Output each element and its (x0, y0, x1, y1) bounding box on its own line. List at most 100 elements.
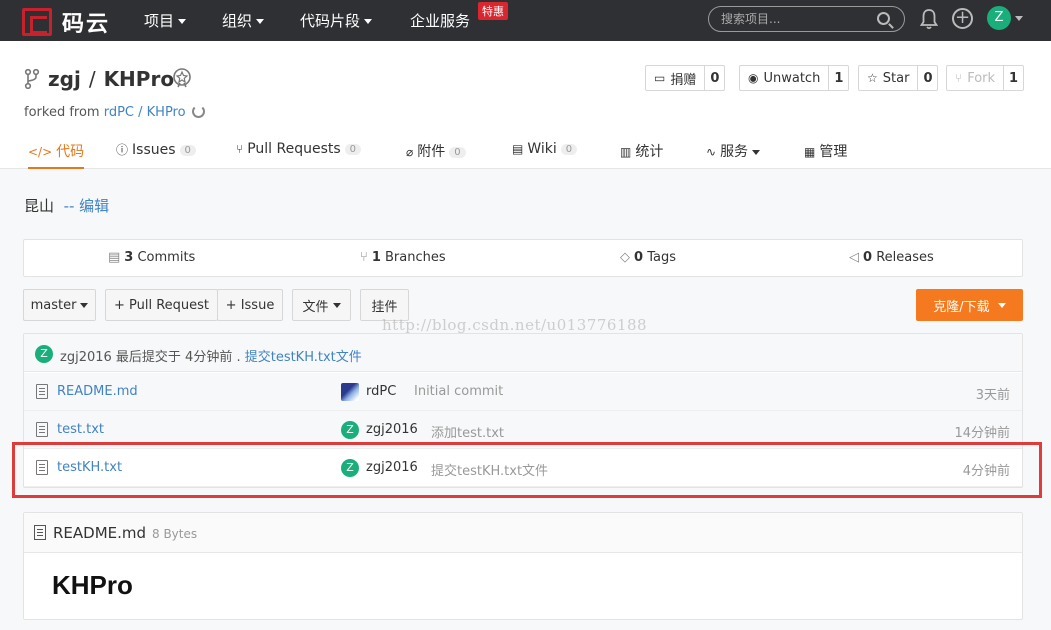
commit-time: 3天前 (975, 388, 1010, 403)
search-input[interactable] (721, 11, 871, 27)
donate-count[interactable]: 0 (705, 71, 724, 86)
stat-branches[interactable]: ⑂ 1 Branches (360, 250, 446, 265)
tab-manage[interactable]: ▦ 管理 (804, 141, 847, 169)
readme-filename: README.md (53, 524, 147, 542)
readme-size: 8 Bytes (152, 527, 198, 541)
tab-code[interactable]: </> 代码 (28, 141, 85, 169)
donate-icon: ▭ (654, 71, 666, 85)
fork-small-icon: ⑂ (955, 71, 963, 85)
chevron-down-icon (332, 302, 341, 308)
star-icon: ☆ (867, 71, 878, 85)
search-icon[interactable] (877, 12, 890, 25)
fork-button[interactable]: ⑂ Fork 1 (946, 65, 1025, 91)
last-commit-author[interactable]: zgj2016 (60, 350, 112, 365)
paperclip-icon: ⌀ (406, 145, 414, 159)
promo-badge: 特惠 (478, 2, 508, 20)
tag-icon: ◇ (620, 250, 630, 265)
file-name-link[interactable]: README.md (57, 384, 138, 399)
avatar[interactable] (341, 383, 359, 401)
commit-message[interactable]: Initial commit (414, 384, 503, 399)
file-name-link[interactable]: test.txt (57, 422, 104, 437)
readme-header: README.md 8 Bytes (24, 513, 1022, 553)
chevron-down-icon[interactable] (1015, 16, 1023, 21)
star-button[interactable]: ☆ Star 0 (858, 65, 939, 91)
chevron-down-icon (256, 19, 265, 24)
commit-icon: ▤ (108, 250, 121, 265)
chevron-down-icon (364, 19, 373, 24)
bar-chart-icon: ▥ (620, 145, 632, 159)
fork-count[interactable]: 1 (1004, 71, 1023, 86)
repo-title: zgj / KHPro (24, 67, 174, 91)
recommend-badge-icon[interactable] (172, 67, 192, 89)
chevron-down-icon (997, 302, 1006, 308)
sync-icon[interactable] (191, 105, 205, 118)
nav-item-organizations[interactable]: 组织 (222, 10, 265, 31)
readme-heading: KHPro (52, 570, 133, 600)
repo-separator: / (88, 67, 96, 91)
repo-owner-link[interactable]: zgj (48, 67, 81, 91)
bell-icon[interactable] (920, 8, 938, 30)
table-row: README.md rdPC Initial commit 3天前 (24, 373, 1022, 411)
tab-issues[interactable]: ⓘ Issues 0 (116, 141, 196, 169)
avatar[interactable]: Z (35, 345, 53, 363)
forked-source-link[interactable]: rdPC / KHPro (104, 105, 186, 120)
commit-time: 14分钟前 (954, 426, 1010, 441)
add-icon[interactable]: + (952, 8, 973, 29)
commit-author[interactable]: rdPC (366, 384, 396, 399)
chevron-down-icon (80, 302, 89, 308)
nav-item-snippets[interactable]: 代码片段 (300, 10, 373, 31)
nav-item-enterprise[interactable]: 企业服务 (410, 10, 470, 31)
tab-stats[interactable]: ▥ 统计 (620, 141, 663, 169)
pulse-icon: ∿ (706, 145, 717, 159)
new-pull-request-button[interactable]: + Pull Request (105, 289, 218, 321)
commit-message[interactable]: 添加test.txt (431, 422, 504, 441)
repo-header: zgj / KHPro forked from rdPC / KHPro ▭ 捐赠… (0, 41, 1051, 169)
chevron-down-icon (752, 149, 761, 155)
tab-services[interactable]: ∿ 服务 (706, 141, 761, 169)
watch-count[interactable]: 1 (829, 71, 848, 86)
send-icon: ◁ (849, 250, 859, 265)
top-navbar: 码云 项目 组织 代码片段 企业服务 特惠 + Z (0, 0, 1051, 41)
code-icon: </> (28, 145, 53, 159)
star-count[interactable]: 0 (918, 71, 937, 86)
issue-icon: ⓘ (116, 143, 129, 157)
file-icon (36, 422, 48, 437)
last-commit-bar: Z zgj2016 最后提交于 4分钟前 . 提交testKH.txt文件 (24, 334, 1022, 372)
branch-select[interactable]: master (23, 289, 96, 321)
tab-pull-requests[interactable]: ⑂ Pull Requests 0 (236, 141, 362, 169)
search-box[interactable] (708, 6, 905, 32)
repo-stats-bar: ▤ 3 Commits ⑂ 1 Branches ◇ 0 Tags ◁ 0 Releas… (23, 239, 1023, 277)
stat-commits[interactable]: ▤ 3 Commits (108, 250, 195, 265)
stat-tags[interactable]: ◇ 0 Tags (620, 250, 676, 265)
nav-item-projects[interactable]: 项目 (144, 10, 187, 31)
unwatch-button[interactable]: ◉ Unwatch 1 (739, 65, 850, 91)
new-issue-button[interactable]: + Issue (217, 289, 283, 321)
tab-wiki[interactable]: ▤ Wiki 0 (512, 141, 578, 169)
site-logo[interactable]: 码云 (22, 6, 110, 38)
user-avatar[interactable]: Z (987, 6, 1011, 30)
settings-doc-icon: ▦ (804, 145, 816, 159)
forked-from: forked from rdPC / KHPro (24, 105, 205, 120)
watermark: http://blog.csdn.net/u013776188 (382, 316, 648, 334)
tab-attachments[interactable]: ⌀ 附件 0 (406, 141, 466, 169)
logo-text: 码云 (62, 12, 111, 37)
logo-mark-icon (22, 8, 52, 36)
clone-download-button[interactable]: 克隆/下载 (916, 289, 1023, 321)
eye-icon: ◉ (748, 71, 759, 85)
commit-author[interactable]: zgj2016 (366, 422, 418, 437)
file-menu-button[interactable]: 文件 (292, 289, 351, 321)
donate-button[interactable]: ▭ 捐赠 0 (645, 65, 726, 91)
branch-icon: ⑂ (360, 250, 368, 265)
repo-description: 昆山 -- 编辑 (24, 197, 110, 215)
pull-request-icon: ⑂ (236, 142, 244, 156)
repo-name-link[interactable]: KHPro (104, 67, 175, 91)
file-icon (36, 384, 48, 399)
last-commit-message[interactable]: 提交testKH.txt文件 (245, 350, 362, 365)
stat-releases[interactable]: ◁ 0 Releases (849, 250, 934, 265)
highlight-box (12, 442, 1042, 498)
fork-icon (24, 69, 40, 89)
book-icon: ▤ (512, 142, 524, 156)
file-icon (34, 525, 46, 540)
avatar[interactable]: Z (341, 421, 359, 439)
edit-description-link[interactable]: -- 编辑 (64, 197, 110, 215)
